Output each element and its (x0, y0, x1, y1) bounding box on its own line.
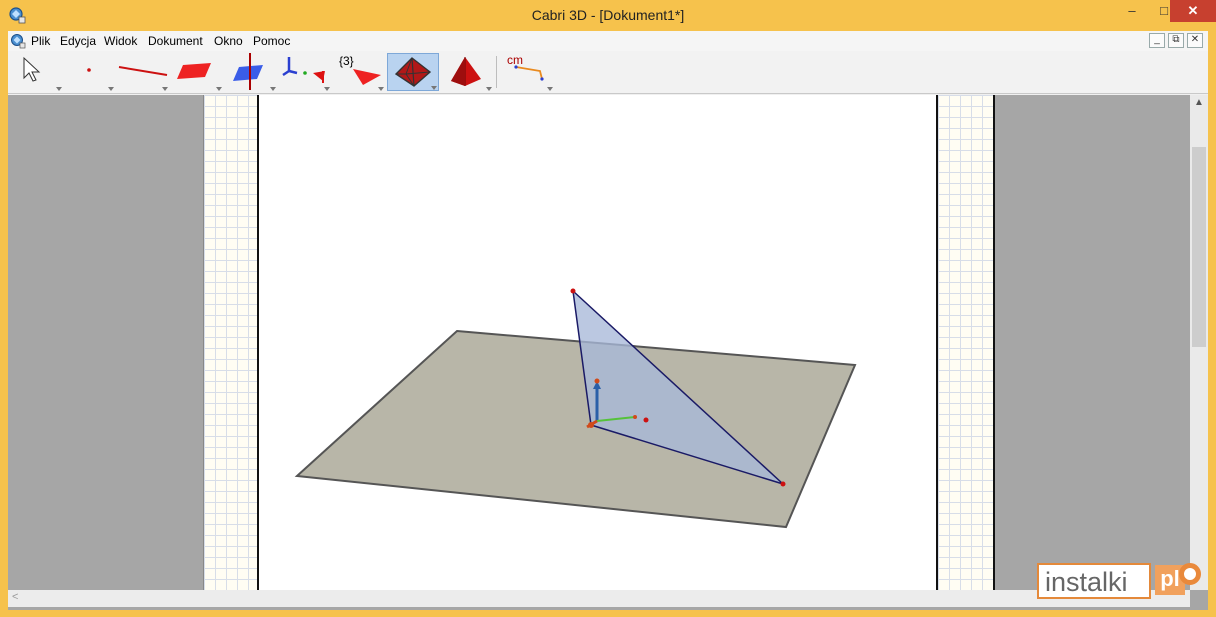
client-area: Plik Edycja Widok Dokument Okno Pomoc _ … (8, 31, 1208, 610)
chevron-down-icon[interactable] (216, 87, 222, 91)
pyramid-tool[interactable] (441, 53, 493, 91)
plane-tool[interactable] (171, 53, 223, 91)
transform-icon (282, 57, 325, 83)
toolbar-separator (496, 56, 497, 88)
chevron-down-icon[interactable] (378, 87, 384, 91)
tool-bar: {3} cm (8, 51, 1208, 94)
chevron-down-icon[interactable] (324, 87, 330, 91)
tool-label: cm (507, 53, 523, 67)
document-workspace: ▲ < (8, 95, 1208, 610)
tool-label: {3} (339, 54, 354, 68)
polygon-tool[interactable]: {3} (333, 53, 385, 91)
watermark-text: instalki (1045, 567, 1128, 597)
3d-view[interactable] (257, 95, 938, 590)
point-right[interactable] (780, 481, 786, 487)
chevron-down-icon[interactable] (486, 87, 492, 91)
perpendicular-tool[interactable] (225, 53, 277, 91)
pyramid-icon (451, 57, 481, 86)
plane-icon (177, 63, 211, 79)
polyhedron-tool[interactable] (387, 53, 439, 91)
chevron-down-icon[interactable] (547, 87, 553, 91)
horizontal-scrollbar[interactable]: < (8, 590, 1190, 607)
point-y[interactable] (633, 415, 637, 419)
mdi-close-button[interactable]: ✕ (1187, 33, 1203, 48)
mdi-minimize-button[interactable]: _ (1149, 33, 1165, 48)
scroll-thumb[interactable] (1192, 147, 1206, 347)
transform-tool[interactable] (279, 53, 331, 91)
instalki-watermark: instalki pl (1037, 563, 1203, 599)
chevron-down-icon[interactable] (270, 87, 276, 91)
title-bar[interactable]: Cabri 3D - [Dokument1*] – □ ✕ (0, 0, 1216, 30)
vertical-scrollbar[interactable]: ▲ (1190, 95, 1208, 590)
pointer-arrow-icon (23, 56, 41, 82)
app-window: Cabri 3D - [Dokument1*] – □ ✕ Plik Edycj… (0, 0, 1216, 617)
document-icon[interactable] (10, 33, 26, 49)
scroll-left-icon[interactable]: < (12, 591, 18, 603)
chevron-down-icon[interactable] (431, 86, 437, 90)
line-icon (118, 66, 168, 76)
minimize-button[interactable]: – (1117, 0, 1147, 22)
pointer-tool[interactable] (18, 53, 63, 91)
close-button[interactable]: ✕ (1170, 0, 1216, 22)
watermark-box: instalki (1037, 563, 1151, 599)
point-x[interactable] (643, 417, 649, 423)
menu-pomoc[interactable]: Pomoc (253, 34, 290, 48)
menu-okno[interactable]: Okno (214, 34, 243, 48)
chevron-down-icon[interactable] (162, 87, 168, 91)
chevron-down-icon[interactable] (108, 87, 114, 91)
scroll-up-icon[interactable]: ▲ (1190, 97, 1208, 108)
point-z[interactable] (594, 378, 600, 384)
chevron-down-icon[interactable] (56, 87, 62, 91)
gear-icon (1179, 563, 1201, 585)
menu-edycja[interactable]: Edycja (60, 34, 96, 48)
measure-icon: cm (507, 53, 544, 81)
menu-dokument[interactable]: Dokument (148, 34, 203, 48)
point-origin[interactable] (588, 422, 594, 428)
point-apex[interactable] (570, 288, 576, 294)
window-title: Cabri 3D - [Dokument1*] (531, 7, 685, 23)
menu-bar: Plik Edycja Widok Dokument Okno Pomoc _ … (8, 31, 1208, 51)
point-icon (87, 68, 91, 72)
measure-tool[interactable]: cm (502, 53, 554, 91)
page-margin-left (203, 95, 257, 590)
mdi-restore-button[interactable]: ⧉ (1168, 33, 1184, 48)
base-plane[interactable] (294, 329, 857, 529)
menu-widok[interactable]: Widok (104, 34, 137, 48)
menu-plik[interactable]: Plik (31, 34, 50, 48)
perpendicular-icon (233, 53, 263, 90)
line-tool[interactable] (117, 53, 169, 91)
point-tool[interactable] (65, 53, 115, 91)
triangle-icon: {3} (339, 54, 381, 85)
page-margin-right (938, 95, 995, 590)
